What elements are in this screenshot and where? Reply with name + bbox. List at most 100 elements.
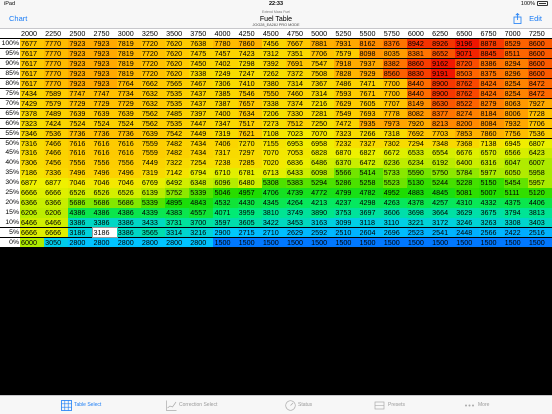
table-cell[interactable]: 4375 [503,198,529,208]
column-header-rpm[interactable]: 4750 [286,29,311,39]
table-cell[interactable]: 7314 [310,88,335,99]
column-header-rpm[interactable]: 4000 [213,29,239,39]
table-cell[interactable]: 3403 [527,218,552,228]
table-cell[interactable]: 7620 [165,68,190,79]
table-cell[interactable]: 6433 [286,168,311,178]
table-cell[interactable]: 7923 [68,48,94,59]
column-header-rpm[interactable]: 2750 [92,29,118,39]
table-cell[interactable]: 5383 [286,178,311,188]
table-cell[interactable]: 7764 [116,78,142,89]
column-header-rpm[interactable]: 5000 [310,29,335,39]
table-cell[interactable]: 7556 [92,158,118,168]
table-cell[interactable]: 2541 [431,228,456,238]
table-cell[interactable]: 7466 [44,138,69,148]
table-cell[interactable]: 2448 [455,228,480,238]
table-cell[interactable]: 5228 [455,178,480,188]
table-cell[interactable]: 6098 [310,168,335,178]
table-cell[interactable]: 7380 [261,78,287,89]
table-cell[interactable]: 7770 [44,48,69,59]
table-cell[interactable]: 7639 [68,108,94,118]
table-cell[interactable]: 5339 [140,198,166,208]
table-cell[interactable]: 8762 [455,78,480,89]
table-cell[interactable]: 7023 [286,128,311,138]
table-cell[interactable]: 3731 [165,218,190,228]
table-cell[interactable]: 8386 [479,58,505,69]
table-cell[interactable]: 8511 [503,48,529,59]
table-cell[interactable]: 7593 [334,88,360,99]
table-cell[interactable]: 7579 [334,48,360,59]
table-cell[interactable]: 6316 [479,158,505,168]
table-cell[interactable]: 7397 [189,108,214,118]
table-cell[interactable]: 7046 [92,178,118,188]
table-cell[interactable]: 8098 [358,48,384,59]
table-cell[interactable]: 7931 [334,38,360,49]
table-cell[interactable]: 2592 [310,228,335,238]
table-cell[interactable]: 7318 [382,128,408,138]
table-cell[interactable]: 4883 [406,188,432,198]
table-cell[interactable]: 7319 [140,168,166,178]
table-cell[interactable]: 4264 [286,198,311,208]
table-cell[interactable]: 7406 [213,138,239,148]
table-cell[interactable]: 7720 [140,68,166,79]
table-cell[interactable]: 7853 [455,128,480,138]
table-cell[interactable]: 5081 [455,188,480,198]
table-cell[interactable]: 6827 [358,148,384,158]
row-header-load[interactable]: 100% [0,38,20,49]
table-cell[interactable]: 8942 [406,38,432,49]
table-cell[interactable]: 1500 [213,238,239,248]
table-cell[interactable]: 5294 [310,178,335,188]
table-cell[interactable]: 7692 [406,128,432,138]
table-cell[interactable]: 8294 [503,58,529,69]
table-cell[interactable]: 7424 [44,118,69,128]
table-cell[interactable]: 7517 [237,118,263,128]
row-header-load[interactable]: 85% [0,68,20,79]
table-cell[interactable]: 8382 [382,58,408,69]
table-cell[interactable]: 7700 [382,88,408,99]
table-cell[interactable]: 2800 [116,238,142,248]
table-cell[interactable]: 7392 [261,58,287,69]
table-cell[interactable]: 5752 [165,188,190,198]
table-cell[interactable]: 7238 [213,158,239,168]
table-cell[interactable]: 6666 [44,228,69,238]
table-cell[interactable]: 8213 [431,118,456,128]
table-cell[interactable]: 7562 [140,108,166,118]
table-cell[interactable]: 7657 [237,98,263,108]
table-cell[interactable]: 6466 [44,218,69,228]
table-cell[interactable]: 7524 [68,118,94,128]
table-cell[interactable]: 7281 [310,108,335,118]
table-cell[interactable]: 7285 [237,158,263,168]
table-cell[interactable]: 8377 [431,108,456,118]
table-cell[interactable]: 7142 [165,168,190,178]
table-cell[interactable]: 8279 [479,98,505,108]
table-cell[interactable]: 7662 [140,78,166,89]
table-cell[interactable]: 3629 [455,208,480,218]
table-cell[interactable]: 7616 [116,138,142,148]
table-cell[interactable]: 7620 [165,38,190,49]
table-cell[interactable]: 2629 [286,228,311,238]
table-cell[interactable]: 6234 [406,158,432,168]
row-header-load[interactable]: 60% [0,118,20,128]
table-cell[interactable]: 8878 [479,38,505,49]
table-cell[interactable]: 7703 [431,128,456,138]
table-cell[interactable]: 7780 [213,38,239,49]
table-cell[interactable]: 7677 [20,38,45,49]
table-cell[interactable]: 7929 [358,68,384,79]
table-cell[interactable]: 7819 [116,38,142,49]
table-cell[interactable]: 7535 [165,118,190,128]
table-cell[interactable]: 4557 [189,208,214,218]
table-cell[interactable]: 6366 [44,198,69,208]
table-cell[interactable]: 7720 [140,38,166,49]
table-cell[interactable]: 2696 [382,228,408,238]
table-cell[interactable]: 3700 [189,218,214,228]
table-cell[interactable]: 7138 [479,138,505,148]
table-cell[interactable]: 7729 [92,98,118,108]
table-cell[interactable]: 7860 [237,38,263,49]
column-header-rpm[interactable]: 7250 [527,29,552,39]
table-cell[interactable]: 3813 [527,208,552,218]
table-cell[interactable]: 2523 [406,228,432,238]
table-cell[interactable]: 8630 [431,98,456,108]
table-cell[interactable]: 8162 [358,38,384,49]
table-cell[interactable]: 3453 [286,218,311,228]
table-cell[interactable]: 7536 [527,128,552,138]
table-cell[interactable]: 4430 [237,198,263,208]
